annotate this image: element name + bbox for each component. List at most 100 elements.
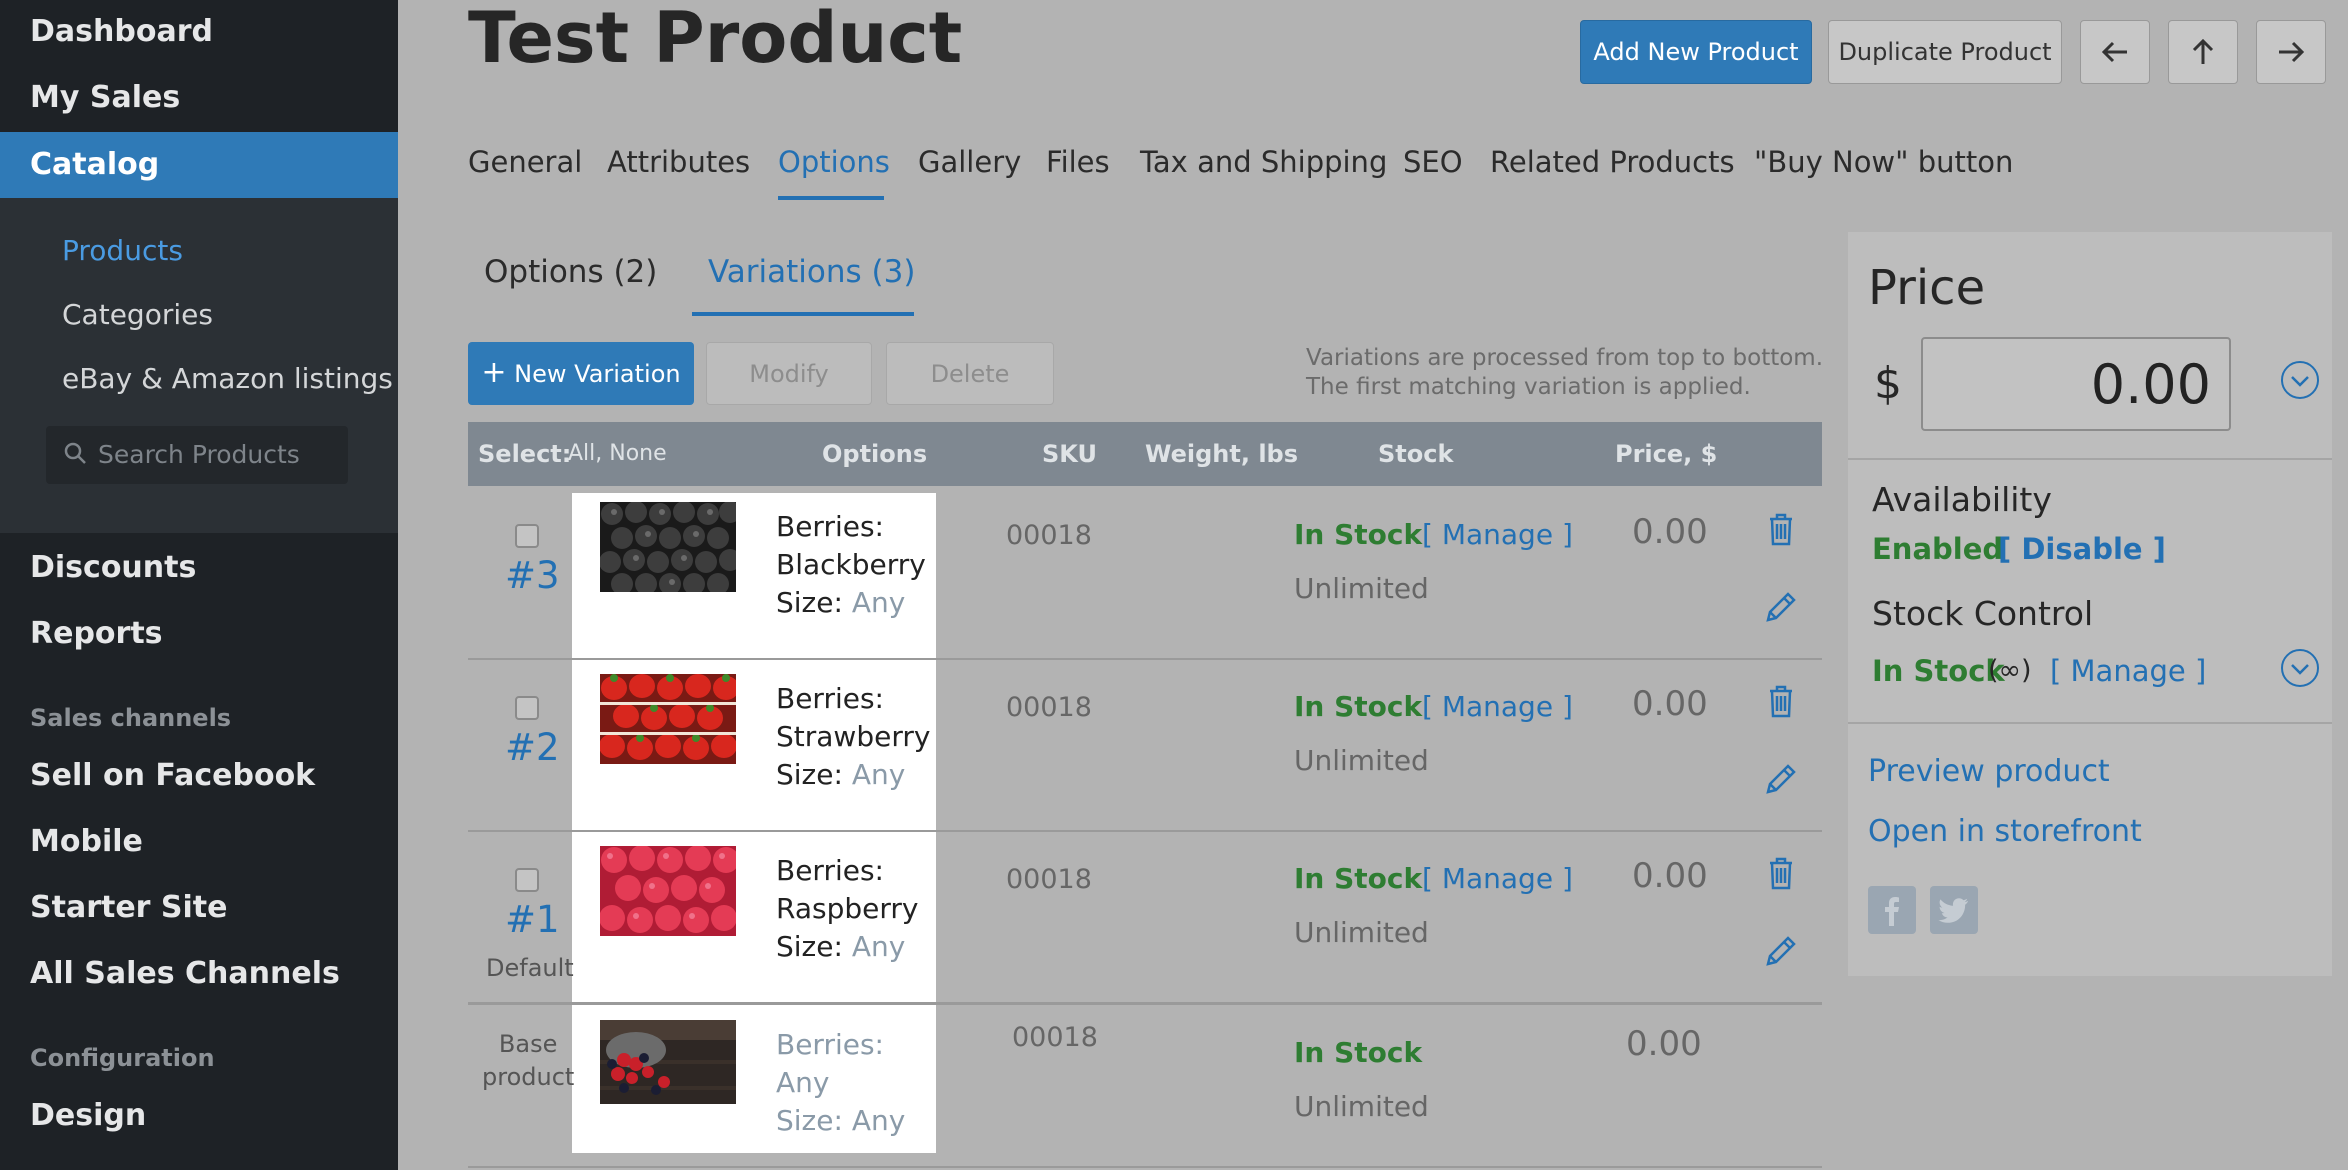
row-price: 0.00 [1632, 684, 1708, 724]
edit-pencil-icon[interactable] [1762, 932, 1800, 970]
row-stock-quantity: Unlimited [1294, 572, 1429, 605]
option-name: Berries: [776, 510, 884, 543]
twitter-share-button[interactable] [1930, 886, 1978, 934]
sidebar-item-all-sales-channels[interactable]: All Sales Channels [30, 956, 340, 991]
new-variation-label: New Variation [514, 360, 681, 388]
sidebar-item-catalog[interactable]: Catalog [0, 132, 398, 198]
sidebar-search-input[interactable]: Search Products [46, 426, 348, 484]
tab-options[interactable]: Options [778, 145, 890, 179]
row-stock-status: In Stock [1294, 862, 1423, 895]
chevron-down-circle-icon[interactable] [2280, 360, 2320, 400]
variation-thumbnail-strawberry [600, 674, 736, 764]
row-price: 0.00 [1632, 856, 1708, 896]
sidebar-section-sales-channels: Sales channels [30, 704, 232, 732]
sidebar-item-mobile[interactable]: Mobile [30, 824, 143, 859]
row-manage-link[interactable]: [ Manage ] [1422, 690, 1573, 723]
tab-files[interactable]: Files [1046, 145, 1110, 179]
subtab-variations[interactable]: Variations (3) [708, 254, 915, 290]
stock-manage-link[interactable]: [ Manage ] [2050, 654, 2206, 688]
sidebar-sub-products[interactable]: Products [62, 234, 183, 267]
size-value: Any [851, 930, 906, 963]
disable-link[interactable]: [ Disable ] [1998, 532, 2166, 566]
variation-options: Berries: Raspberry Size: Any [776, 852, 918, 966]
edit-pencil-icon[interactable] [1762, 760, 1800, 798]
row-stock-quantity: Unlimited [1294, 744, 1429, 777]
up-button[interactable] [2168, 20, 2238, 84]
trash-icon[interactable] [1762, 854, 1800, 892]
trash-icon[interactable] [1762, 510, 1800, 548]
column-sku: SKU [1042, 440, 1097, 468]
plus-icon: + [481, 355, 507, 390]
edit-pencil-icon[interactable] [1762, 588, 1800, 626]
row-price: 0.00 [1632, 512, 1708, 552]
sidebar-sub-ebay-amazon[interactable]: eBay & Amazon listings [62, 362, 393, 395]
variation-thumbnail-raspberry [600, 846, 736, 936]
row-stock-status: In Stock [1294, 690, 1423, 723]
row-checkbox[interactable] [515, 524, 539, 548]
select-label: Select: [478, 440, 572, 468]
open-in-storefront-link[interactable]: Open in storefront [1868, 814, 2142, 849]
chevron-down-circle-icon[interactable] [2280, 648, 2320, 688]
size-label: Size: [776, 758, 843, 791]
tab-tax-shipping[interactable]: Tax and Shipping [1140, 145, 1387, 179]
column-options: Options [822, 440, 928, 468]
duplicate-product-button[interactable]: Duplicate Product [1828, 20, 2062, 84]
tab-buy-now-button[interactable]: "Buy Now" button [1754, 145, 2013, 179]
tab-general[interactable]: General [468, 145, 582, 179]
option-value: Blackberry [776, 548, 926, 581]
row-sku: 00018 [1006, 520, 1092, 551]
base-price: 0.00 [1626, 1024, 1702, 1064]
size-label: Size: [776, 586, 843, 619]
price-input[interactable]: 0.00 [1921, 337, 2231, 431]
size-label: Size: [776, 930, 843, 963]
tab-attributes[interactable]: Attributes [607, 145, 750, 179]
delete-button[interactable]: Delete [886, 342, 1054, 405]
sidebar-item-starter-site[interactable]: Starter Site [30, 890, 228, 925]
arrow-left-icon [2101, 41, 2127, 63]
sidebar-item-design[interactable]: Design [30, 1098, 146, 1133]
sidebar-item-discounts[interactable]: Discounts [30, 550, 196, 585]
subtab-active-underline [692, 312, 914, 316]
next-product-button[interactable] [2256, 20, 2326, 84]
row-checkbox[interactable] [515, 696, 539, 720]
select-all-none-links[interactable]: All, None [568, 422, 667, 486]
row-divider [468, 1002, 1822, 1005]
tab-seo[interactable]: SEO [1403, 145, 1463, 179]
sidebar-item-reports[interactable]: Reports [30, 616, 163, 651]
row-manage-link[interactable]: [ Manage ] [1422, 518, 1573, 551]
twitter-icon [1938, 898, 1968, 923]
subtab-options[interactable]: Options (2) [484, 254, 657, 290]
row-number[interactable]: #3 [505, 554, 560, 597]
row-manage-link[interactable]: [ Manage ] [1422, 862, 1573, 895]
sidebar-item-dashboard[interactable]: Dashboard [30, 14, 213, 49]
sidebar-item-sell-on-facebook[interactable]: Sell on Facebook [30, 758, 315, 793]
tab-gallery[interactable]: Gallery [918, 145, 1021, 179]
panel-divider [1848, 722, 2332, 724]
arrow-right-icon [2279, 41, 2305, 63]
previous-product-button[interactable] [2080, 20, 2150, 84]
column-weight: Weight, lbs [1145, 440, 1299, 468]
base-label-line-2: product [482, 1063, 575, 1091]
new-variation-button[interactable]: + New Variation [468, 342, 694, 405]
option-value: Strawberry [776, 720, 931, 753]
row-checkbox[interactable] [515, 868, 539, 892]
row-number[interactable]: #1 [505, 898, 560, 941]
row-stock-quantity: Unlimited [1294, 916, 1429, 949]
row-divider [468, 1166, 1822, 1168]
tab-related-products[interactable]: Related Products [1490, 145, 1735, 179]
column-price: Price, $ [1615, 440, 1718, 468]
preview-product-link[interactable]: Preview product [1868, 754, 2110, 789]
sidebar-sub-categories[interactable]: Categories [62, 298, 213, 331]
modify-button[interactable]: Modify [706, 342, 872, 405]
sidebar-item-my-sales[interactable]: My Sales [30, 80, 180, 115]
add-new-product-button[interactable]: Add New Product [1580, 20, 1812, 84]
option-name: Berries: [776, 682, 884, 715]
row-number[interactable]: #2 [505, 726, 560, 769]
trash-icon[interactable] [1762, 682, 1800, 720]
facebook-icon [1885, 897, 1899, 926]
column-stock: Stock [1378, 440, 1454, 468]
facebook-share-button[interactable] [1868, 886, 1916, 934]
note-line-1: Variations are processed from top to bot… [1306, 345, 1824, 371]
row-sku: 00018 [1006, 864, 1092, 895]
search-icon [64, 442, 86, 464]
